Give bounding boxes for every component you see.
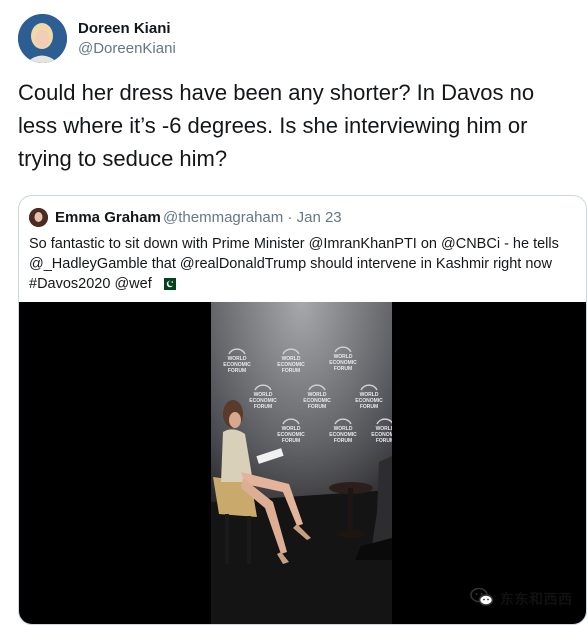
tweet-text: Could her dress have been any shorter? I…	[18, 80, 535, 171]
wef-logo-word: FORUM	[334, 438, 352, 444]
wef-logo-word: FORUM	[254, 404, 272, 410]
quoted-author-avatar[interactable]	[29, 208, 48, 227]
pakistan-flag-icon	[159, 276, 176, 296]
wechat-icon	[470, 587, 494, 612]
author-name[interactable]: Doreen Kiani	[78, 20, 171, 37]
watermark: 东东和西西	[470, 587, 573, 612]
author-handle[interactable]: @DoreenKiani	[78, 40, 176, 57]
quoted-tweet[interactable]: Emma Graham @themmagraham · Jan 23 So fa…	[18, 195, 587, 625]
author-avatar[interactable]	[18, 14, 67, 63]
wef-logo-word: FORUM	[308, 404, 326, 410]
quoted-tweet-text: So fantastic to sit down with Prime Mini…	[29, 234, 579, 296]
wef-logo-word: FORUM	[376, 438, 392, 444]
quoted-text-body: So fantastic to sit down with Prime Mini…	[29, 236, 559, 292]
wef-logo-word: FORUM	[282, 438, 300, 444]
wef-logo-word: FORUM	[228, 368, 246, 374]
tweet: Doreen Kiani @DoreenKiani Could her dres…	[0, 0, 588, 625]
quoted-author-meta[interactable]: @themmagraham · Jan 23	[163, 209, 342, 226]
embedded-video[interactable]: WORLD ECONOMIC FORUM WORLD ECONOMIC FORU…	[19, 302, 586, 624]
video-frame: WORLD ECONOMIC FORUM WORLD ECONOMIC FORU…	[211, 302, 392, 624]
quoted-author-name[interactable]: Emma Graham	[55, 209, 161, 226]
wef-logo-word: FORUM	[334, 366, 352, 372]
wef-logo-word: FORUM	[282, 368, 300, 374]
wef-logo-word: FORUM	[360, 404, 378, 410]
watermark-text: 东东和西西	[500, 591, 573, 607]
